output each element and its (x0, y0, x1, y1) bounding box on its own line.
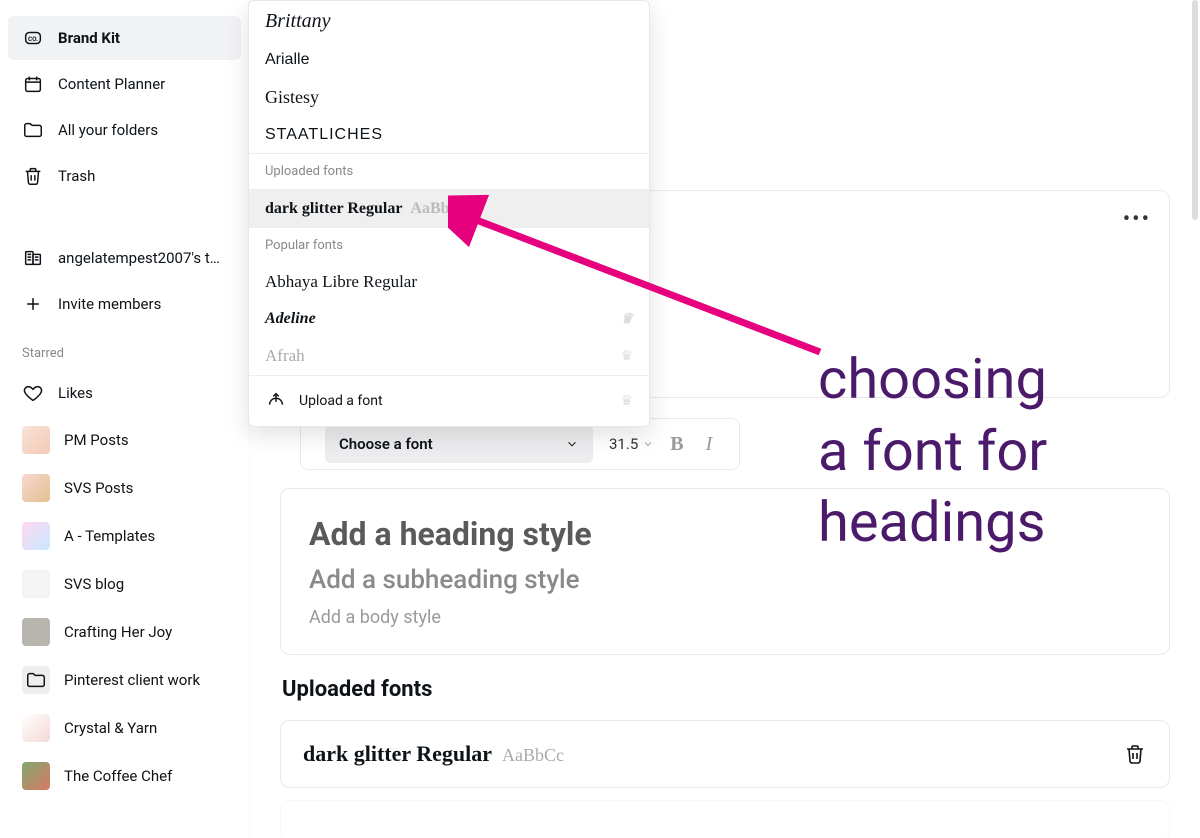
starred-label: SVS blog (64, 575, 124, 593)
starred-label: PM Posts (64, 431, 129, 449)
nav-item-content-planner[interactable]: Content Planner (8, 62, 241, 106)
font-option-arialle[interactable]: Arialle (249, 42, 649, 78)
add-subheading-style[interactable]: Add a subheading style (309, 565, 1141, 595)
heart-icon (22, 382, 44, 404)
uploaded-fonts-header: Uploaded fonts (249, 154, 649, 189)
font-option-gistesy[interactable]: Gistesy (249, 78, 649, 117)
starred-likes[interactable]: Likes (8, 371, 241, 415)
bold-button[interactable]: B (664, 429, 689, 460)
add-body-style[interactable]: Add a body style (309, 607, 1141, 628)
uploaded-font-row (280, 800, 1170, 838)
nav-label: Brand Kit (58, 29, 120, 47)
font-preview: dark glitter Regular AaBbCc (303, 741, 564, 767)
starred-item-crafting-her-joy[interactable]: Crafting Her Joy (8, 609, 241, 655)
upload-label: Upload a font (299, 393, 383, 409)
starred-item-svs-posts[interactable]: SVS Posts (8, 465, 241, 511)
svg-text:CO.: CO. (28, 35, 38, 43)
thumbnail (22, 474, 50, 502)
font-size-select[interactable]: 31.5 (609, 435, 654, 453)
starred-label: SVS Posts (64, 479, 133, 497)
home-icon (22, 0, 44, 3)
starred-label: Crafting Her Joy (64, 623, 172, 641)
brandkit-icon: CO. (22, 27, 44, 49)
chevron-down-icon (565, 437, 579, 451)
starred-item-pinterest-client[interactable]: Pinterest client work (8, 657, 241, 703)
uploaded-font-sample: AaBbCc (502, 745, 564, 766)
sidebar: CO. Brand Kit Content Planner All your f… (0, 0, 250, 838)
invite-members-button[interactable]: Invite members (8, 282, 241, 326)
choose-font-label: Choose a font (339, 435, 433, 453)
font-option-brittany[interactable]: Brittany (249, 1, 649, 42)
folder-icon (22, 666, 50, 694)
choose-font-dropdown[interactable]: Choose a font (325, 425, 593, 463)
nav-item-trash[interactable]: Trash (8, 154, 241, 198)
italic-button[interactable]: I (700, 429, 719, 460)
team-icon (22, 247, 44, 269)
starred-item-coffee-chef[interactable]: The Coffee Chef (8, 753, 241, 799)
font-size-value: 31.5 (609, 435, 638, 453)
thumbnail (22, 426, 50, 454)
annotation-arrow (448, 190, 848, 390)
thumbnail (22, 618, 50, 646)
nav-label: Trash (58, 167, 95, 185)
annotation-text: choosing a font for headings (818, 344, 1047, 559)
starred-label: A - Templates (64, 527, 155, 545)
starred-label: Pinterest client work (64, 671, 200, 689)
thumbnail (22, 522, 50, 550)
delete-font-button[interactable] (1123, 742, 1147, 766)
team-label: angelatempest2007's team (58, 249, 226, 267)
uploaded-font-row: dark glitter Regular AaBbCc (280, 720, 1170, 788)
starred-item-pm-posts[interactable]: PM Posts (8, 417, 241, 463)
upload-icon (265, 390, 287, 412)
font-option-staatliches[interactable]: Staatliches (249, 117, 649, 153)
calendar-icon (22, 73, 44, 95)
starred-header: Starred (0, 338, 249, 369)
starred-item-crystal-yarn[interactable]: Crystal & Yarn (8, 705, 241, 751)
starred-label: The Coffee Chef (64, 767, 172, 785)
starred-item-a-templates[interactable]: A - Templates (8, 513, 241, 559)
scrollbar[interactable] (1190, 0, 1200, 838)
crown-icon: ♛ (620, 393, 633, 409)
thumbnail (22, 714, 50, 742)
invite-label: Invite members (58, 295, 161, 313)
likes-label: Likes (58, 384, 93, 402)
nav-label: Content Planner (58, 75, 165, 93)
nav-item-all-folders[interactable]: All your folders (8, 108, 241, 152)
nav-label: All your folders (58, 121, 158, 139)
trash-icon (22, 165, 44, 187)
nav-item-brand-kit[interactable]: CO. Brand Kit (8, 16, 241, 60)
starred-label: Crystal & Yarn (64, 719, 157, 737)
starred-item-svs-blog[interactable]: SVS blog (8, 561, 241, 607)
plus-icon (22, 293, 44, 315)
folder-icon (22, 119, 44, 141)
more-icon[interactable]: ••• (1123, 207, 1151, 232)
thumbnail (22, 570, 50, 598)
nav-item-unknown[interactable] (8, 0, 241, 14)
uploaded-fonts-title: Uploaded fonts (282, 677, 1170, 702)
uploaded-font-name: dark glitter Regular (303, 741, 492, 767)
team-switcher[interactable]: angelatempest2007's team (8, 236, 241, 280)
thumbnail (22, 762, 50, 790)
scrollbar-thumb[interactable] (1192, 0, 1198, 220)
